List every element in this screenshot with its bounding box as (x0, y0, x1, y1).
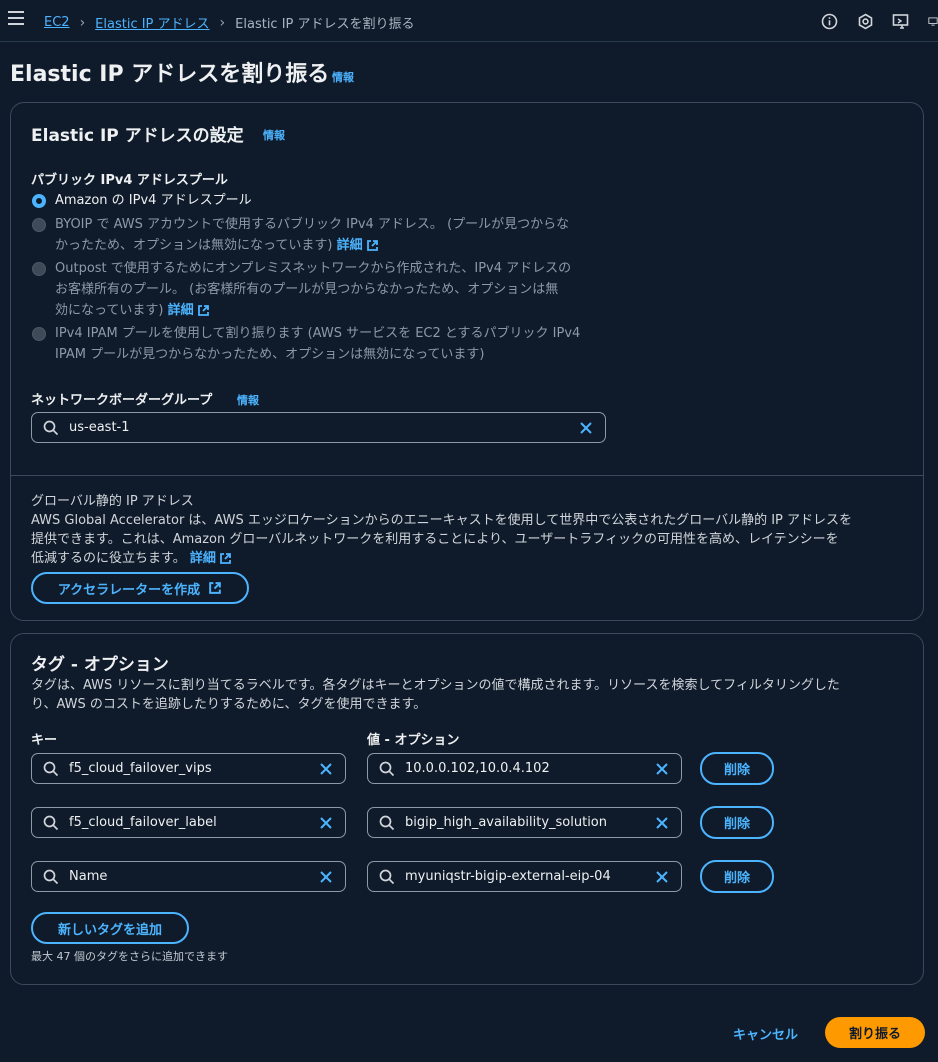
radio-outpost (32, 262, 46, 276)
external-link-icon (219, 553, 231, 564)
breadcrumb-ec2[interactable]: EC2 (44, 15, 70, 30)
radio-byoip-label: BYOIP で AWS アカウントで使用するパブリック IPv4 アドレス。 (… (55, 217, 570, 253)
top-bar: EC2 › Elastic IP アドレス › Elastic IP アドレスを… (0, 0, 938, 42)
tag-limit-note: 最大 47 個のタグをさらに追加できます (31, 950, 228, 963)
top-icons (820, 12, 938, 30)
radio-amazon-pool-label: Amazon の IPv4 アドレスプール (55, 193, 252, 208)
search-icon (43, 420, 59, 436)
chevron-right-icon: › (79, 14, 86, 31)
global-ip-section: グローバル静的 IP アドレス AWS Global Accelerator は… (31, 492, 911, 568)
settings-title: Elastic IP アドレスの設定 (31, 126, 244, 146)
page-title: Elastic IP アドレスを割り振る (10, 62, 330, 87)
remove-tag-button[interactable]: 削除 (700, 752, 774, 785)
tag-value-input[interactable]: myuniqstr-bigip-external-eip-04 (367, 861, 682, 892)
search-icon (43, 869, 59, 885)
page-info-link[interactable]: 情報 (332, 69, 354, 85)
clear-icon (656, 817, 668, 829)
search-icon (379, 869, 395, 885)
clear-icon (580, 422, 592, 434)
outpost-detail-link[interactable]: 詳細 (168, 303, 210, 318)
hexagon-settings-icon[interactable] (856, 12, 874, 30)
tag-key-input[interactable]: f5_cloud_failover_vips (31, 753, 346, 784)
radio-ipam-label: IPv4 IPAM プールを使用して割り振ります (AWS サービスを EC2 … (55, 326, 581, 362)
external-link-icon (209, 582, 221, 594)
clear-icon (320, 763, 332, 775)
pool-label: パブリック IPv4 アドレスプール (31, 173, 228, 188)
radio-outpost-label: Outpost で使用するためにオンプレミスネットワークから作成された、IPv4… (55, 261, 572, 318)
breadcrumb: EC2 › Elastic IP アドレス › Elastic IP アドレスを… (44, 13, 415, 33)
radio-byoip (32, 218, 46, 232)
nbg-value: us-east-1 (69, 420, 130, 435)
nbg-info-link[interactable]: 情報 (237, 392, 259, 408)
value-header: 値 - オプション (367, 733, 460, 748)
tags-panel: タグ - オプション タグは、AWS リソースに割り当てるラベルです。各タグはキ… (10, 633, 924, 985)
radio-amazon-pool[interactable] (32, 194, 46, 208)
info-circle-icon[interactable] (820, 12, 838, 30)
settings-info-link[interactable]: 情報 (263, 127, 285, 143)
add-tag-button[interactable]: 新しいタグを追加 (31, 912, 189, 944)
screen-feedback-icon[interactable] (892, 12, 910, 30)
clear-icon (320, 871, 332, 883)
clear-icon (320, 817, 332, 829)
tags-title: タグ - オプション (31, 655, 169, 675)
search-icon (379, 761, 395, 777)
search-icon (379, 815, 395, 831)
tag-value-input[interactable]: 10.0.0.102,10.0.4.102 (367, 753, 682, 784)
tags-description: タグは、AWS リソースに割り当てるラベルです。各タグはキーとオプションの値で構… (31, 678, 840, 712)
external-link-icon (366, 240, 378, 251)
search-icon (43, 761, 59, 777)
clear-icon (656, 763, 668, 775)
elastic-ip-settings-panel: Elastic IP アドレスの設定 情報 パブリック IPv4 アドレスプール… (10, 102, 924, 621)
external-link-icon (197, 305, 209, 316)
byoip-detail-link[interactable]: 詳細 (337, 238, 379, 253)
global-detail-link[interactable]: 詳細 (190, 551, 232, 566)
tag-key-input[interactable]: Name (31, 861, 346, 892)
section-divider (11, 475, 923, 476)
remove-tag-button[interactable]: 削除 (700, 806, 774, 839)
global-ip-title: グローバル静的 IP アドレス (31, 494, 194, 509)
radio-ipam (32, 327, 46, 341)
nbg-label: ネットワークボーダーグループ (31, 393, 213, 408)
cancel-button[interactable]: キャンセル (733, 1024, 798, 1043)
tag-key-input[interactable]: f5_cloud_failover_label (31, 807, 346, 838)
chevron-right-icon: › (219, 14, 226, 31)
menu-icon[interactable] (8, 11, 24, 25)
key-header: キー (31, 733, 58, 748)
breadcrumb-elastic-ip[interactable]: Elastic IP アドレス (95, 13, 209, 32)
remove-tag-button[interactable]: 削除 (700, 860, 774, 893)
search-icon (43, 815, 59, 831)
create-accelerator-button[interactable]: アクセラレーターを作成 (31, 572, 249, 604)
clear-icon (656, 871, 668, 883)
monitor-icon[interactable] (928, 12, 938, 30)
allocate-button[interactable]: 割り振る (825, 1017, 925, 1048)
tag-value-input[interactable]: bigip_high_availability_solution (367, 807, 682, 838)
breadcrumb-current: Elastic IP アドレスを割り振る (235, 17, 415, 32)
nbg-search-input[interactable]: us-east-1 (31, 412, 606, 443)
